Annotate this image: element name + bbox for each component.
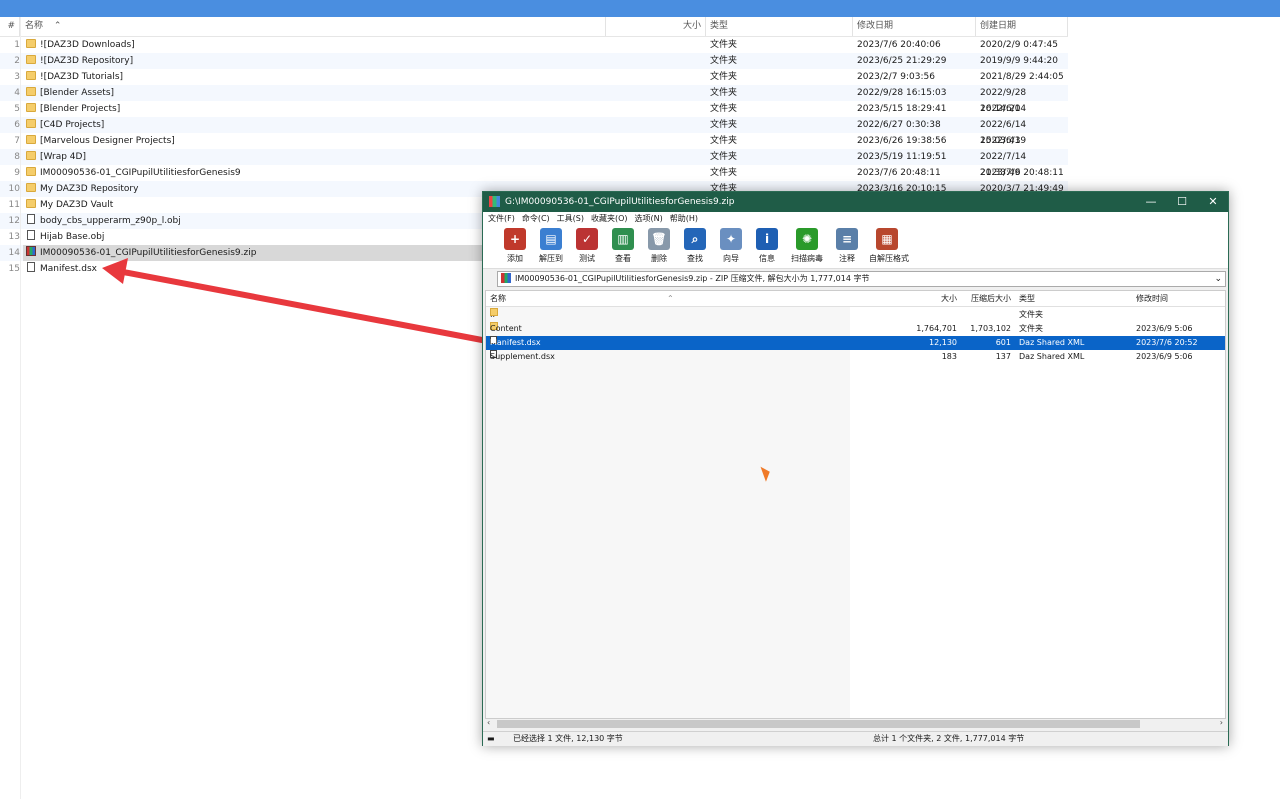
drive-icon: ▬	[487, 734, 495, 743]
archive-row-modified: 2023/6/9 5:06	[1136, 352, 1193, 361]
archive-path-box[interactable]: IM00090536-01_CGIPupilUtilitiesforGenesi…	[497, 271, 1226, 287]
menu-item[interactable]: 文件(F)	[486, 212, 517, 226]
archive-row-name-label: Content	[490, 324, 522, 333]
toolbar-button[interactable]: ✓ 测试	[569, 228, 605, 268]
add-icon: +	[504, 228, 526, 250]
archive-list-header: 名称 ⌃ 大小 压缩后大小 类型 修改时间	[486, 291, 1225, 307]
horizontal-scrollbar[interactable]: ‹ ›	[485, 718, 1226, 729]
toolbar-button[interactable]: ✺ 扫描病毒	[789, 228, 825, 268]
archive-row-modified: 2023/6/9 5:06	[1136, 324, 1193, 333]
toolbar-button[interactable]: ▥ 查看	[605, 228, 641, 268]
toolbar-label: 注释	[839, 254, 855, 263]
col-name[interactable]: 名称	[490, 291, 506, 306]
archive-row-size: 12,130	[929, 338, 957, 347]
toolbar-label: 信息	[759, 254, 775, 263]
archive-row[interactable]: Manifest.dsx 12,130 601 Daz Shared XML 2023/…	[486, 336, 1225, 350]
scroll-thumb[interactable]	[497, 720, 1140, 728]
archive-row-type: 文件夹	[1019, 310, 1043, 319]
archive-file-list: 名称 ⌃ 大小 压缩后大小 类型 修改时间 .. 文件夹 Content 1,764,…	[485, 290, 1226, 719]
menu-item[interactable]: 工具(S)	[555, 212, 586, 226]
zip-icon	[501, 273, 511, 283]
view-icon: ▥	[612, 228, 634, 250]
toolbar-button[interactable]: + 添加	[497, 228, 533, 268]
toolbar-button[interactable]: i 信息	[749, 228, 785, 268]
toolbar-button[interactable]: ▤ 解压到	[533, 228, 569, 268]
toolbar-label: 查看	[615, 254, 631, 263]
winrar-title-bar[interactable]: G:\IM00090536-01_CGIPupilUtilitiesforGen…	[483, 192, 1228, 212]
sfx-icon: ▦	[876, 228, 898, 250]
toolbar-label: 添加	[507, 254, 523, 263]
arrow-head	[102, 258, 128, 284]
archive-row-packed: 1,703,102	[970, 324, 1011, 333]
archive-row-type: Daz Shared XML	[1019, 352, 1085, 361]
comment-icon: ≡	[836, 228, 858, 250]
archive-row-name-label: ..	[490, 310, 496, 319]
virus-scan-icon: ✺	[796, 228, 818, 250]
col-packed[interactable]: 压缩后大小	[971, 291, 1011, 306]
archive-path-text: IM00090536-01_CGIPupilUtilitiesforGenesi…	[515, 274, 870, 283]
name-column-bg	[486, 307, 850, 718]
winrar-menu-bar: 文件(F) 命令(C) 工具(S) 收藏夹(O) 选项(N) 帮助(H)	[483, 212, 1228, 226]
toolbar-label: 扫描病毒	[791, 254, 823, 263]
menu-item[interactable]: 命令(C)	[520, 212, 552, 226]
chevron-down-icon[interactable]: ⌄	[1214, 272, 1222, 286]
toolbar-button[interactable]: ≡ 注释	[829, 228, 865, 268]
archive-row-name-label: Manifest.dsx	[490, 338, 541, 347]
toolbar-button[interactable]: ▦ 自解压格式	[869, 228, 909, 268]
toolbar-button[interactable]: ✦ 向导	[713, 228, 749, 268]
minimize-button[interactable]: —	[1136, 192, 1166, 212]
winrar-title: G:\IM00090536-01_CGIPupilUtilitiesforGen…	[505, 197, 735, 207]
winrar-status-bar: ▬ 已经选择 1 文件, 12,130 字节 总计 1 个文件夹, 2 文件, …	[483, 731, 1228, 746]
archive-row-modified: 2023/7/6 20:52	[1136, 338, 1198, 347]
archive-row-size: 1,764,701	[916, 324, 957, 333]
archive-row[interactable]: Supplement.dsx 183 137 Daz Shared XML 2023/6…	[486, 350, 1225, 364]
wizard-icon: ✦	[720, 228, 742, 250]
archive-row-size: 183	[941, 352, 957, 361]
scroll-left-icon[interactable]: ‹	[487, 718, 490, 727]
winrar-toolbar: + 添加 ▤ 解压到 ✓ 测试 ▥ 查看 🗑 删除 ⌕ 查找 ✦ 向导 i 信息 ✺ 扫描病毒 ≡ 注释 ▦ 自解压格式	[483, 226, 1228, 269]
archive-row[interactable]: .. 文件夹	[486, 308, 1225, 322]
toolbar-label: 查找	[687, 254, 703, 263]
archive-row-packed: 601	[995, 338, 1011, 347]
archive-row-type: Daz Shared XML	[1019, 338, 1085, 347]
toolbar-label: 自解压格式	[869, 254, 909, 263]
archive-row[interactable]: Content 1,764,701 1,703,102 文件夹 2023/6/9 5:0…	[486, 322, 1225, 336]
extract-icon: ▤	[540, 228, 562, 250]
col-size[interactable]: 大小	[941, 291, 957, 306]
toolbar-label: 测试	[579, 254, 595, 263]
info-icon: i	[756, 228, 778, 250]
menu-item[interactable]: 选项(N)	[633, 212, 665, 226]
menu-item[interactable]: 帮助(H)	[668, 212, 700, 226]
close-button[interactable]: ✕	[1198, 192, 1228, 212]
col-type[interactable]: 类型	[1019, 291, 1035, 306]
archive-row-packed: 137	[995, 352, 1011, 361]
toolbar-button[interactable]: 🗑 删除	[641, 228, 677, 268]
status-total: 总计 1 个文件夹, 2 文件, 1,777,014 字节	[873, 734, 1025, 743]
winrar-app-icon	[489, 196, 500, 207]
archive-row-name-label: Supplement.dsx	[490, 352, 555, 361]
scroll-right-icon[interactable]: ›	[1220, 718, 1223, 727]
archive-row-type: 文件夹	[1019, 324, 1043, 333]
maximize-button[interactable]: ☐	[1167, 192, 1197, 212]
test-icon: ✓	[576, 228, 598, 250]
find-icon: ⌕	[684, 228, 706, 250]
toolbar-button[interactable]: ⌕ 查找	[677, 228, 713, 268]
status-selection: 已经选择 1 文件, 12,130 字节	[513, 734, 623, 743]
delete-icon: 🗑	[648, 228, 670, 250]
col-modified[interactable]: 修改时间	[1136, 291, 1168, 306]
toolbar-label: 删除	[651, 254, 667, 263]
winrar-window[interactable]: G:\IM00090536-01_CGIPupilUtilitiesforGen…	[482, 191, 1229, 746]
arrow-shaft	[115, 268, 485, 343]
toolbar-label: 解压到	[539, 254, 563, 263]
toolbar-label: 向导	[723, 254, 739, 263]
menu-item[interactable]: 收藏夹(O)	[589, 212, 630, 226]
sort-up-icon: ⌃	[667, 294, 674, 303]
